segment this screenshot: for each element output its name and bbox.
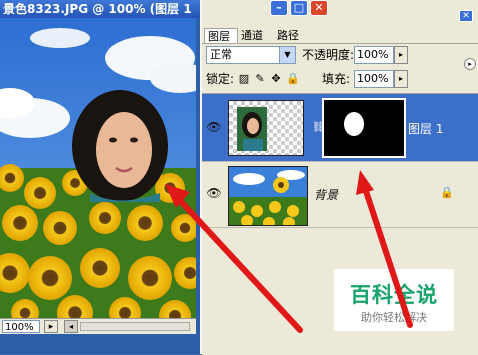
scroll-left-icon[interactable]: ◂ bbox=[64, 320, 78, 333]
opacity-label: 不透明度: bbox=[302, 48, 355, 62]
opacity-slider-icon[interactable]: ▸ bbox=[394, 46, 408, 64]
info-menu-icon[interactable]: ▸ bbox=[44, 320, 58, 333]
layer-name[interactable]: 背景 bbox=[314, 188, 338, 202]
tab-channels[interactable]: 通道 bbox=[238, 28, 274, 43]
tab-paths[interactable]: 路径 bbox=[274, 28, 310, 43]
layer-row[interactable]: 👁 背景 🔒 bbox=[202, 162, 478, 228]
lock-row: 锁定: ▨ ✎ ✥ 🔒 填充: 100% ▸ bbox=[206, 70, 476, 90]
layer-name[interactable]: 图层 1 bbox=[408, 122, 443, 136]
brush-icon[interactable]: ✎ bbox=[254, 73, 266, 85]
watermark-subtitle: 助你轻松解决 bbox=[361, 311, 427, 324]
palette-close-icon[interactable]: ✕ bbox=[459, 10, 473, 22]
lock-icon[interactable]: 🔒 bbox=[286, 73, 300, 85]
opacity-input[interactable]: 100% bbox=[354, 46, 394, 64]
workspace-background bbox=[0, 334, 200, 354]
watermark: 百科全说 助你轻松解决 bbox=[334, 269, 454, 331]
layer-row[interactable]: 👁 ⛓ 图层 1 bbox=[202, 94, 478, 162]
fill-slider-icon[interactable]: ▸ bbox=[394, 70, 408, 88]
eye-icon[interactable]: 👁 bbox=[205, 186, 223, 200]
background-thumbnail bbox=[229, 167, 307, 225]
fill-label: 填充: bbox=[322, 72, 351, 86]
portrait-thumbnail bbox=[237, 107, 267, 151]
transparency-lock-icon[interactable]: ▨ bbox=[238, 73, 250, 85]
horizontal-scrollbar[interactable] bbox=[80, 322, 190, 331]
document-status-bar: 100% ▸ ◂ bbox=[0, 318, 196, 335]
eye-icon[interactable]: 👁 bbox=[205, 120, 223, 134]
panel-top-bar: – □ ✕ ✕ bbox=[202, 0, 478, 28]
panel-tabs: 图层 通道 路径 ▸ bbox=[202, 28, 478, 70]
blend-mode-value: 正常 bbox=[210, 48, 232, 61]
document-window: 景色8323.JPG @ 100% (图层 1 100% ▸ ◂ bbox=[0, 0, 200, 354]
layer-thumbnail[interactable] bbox=[228, 100, 304, 156]
blend-row: 正常 ▼ 不透明度: 100% ▸ bbox=[206, 46, 476, 66]
watermark-title: 百科全说 bbox=[350, 283, 438, 307]
fill-input[interactable]: 100% bbox=[354, 70, 394, 88]
zoom-field[interactable]: 100% bbox=[2, 320, 40, 333]
close-icon[interactable]: ✕ bbox=[310, 0, 328, 16]
tab-layers[interactable]: 图层 bbox=[204, 28, 238, 43]
layer-thumbnail[interactable] bbox=[228, 166, 308, 226]
maximize-icon[interactable]: □ bbox=[290, 0, 308, 16]
mask-shape bbox=[344, 112, 364, 136]
layer-mask-thumbnail[interactable] bbox=[322, 98, 406, 158]
minimize-icon[interactable]: – bbox=[270, 0, 288, 16]
dropdown-arrow-icon[interactable]: ▼ bbox=[279, 47, 295, 63]
move-icon[interactable]: ✥ bbox=[270, 73, 282, 85]
document-canvas[interactable] bbox=[0, 18, 196, 318]
blend-mode-select[interactable]: 正常 ▼ bbox=[206, 46, 296, 64]
canvas-image bbox=[0, 18, 196, 318]
lock-icon: 🔒 bbox=[440, 186, 454, 199]
document-title[interactable]: 景色8323.JPG @ 100% (图层 1 bbox=[0, 0, 200, 18]
lock-label: 锁定: bbox=[206, 72, 235, 86]
